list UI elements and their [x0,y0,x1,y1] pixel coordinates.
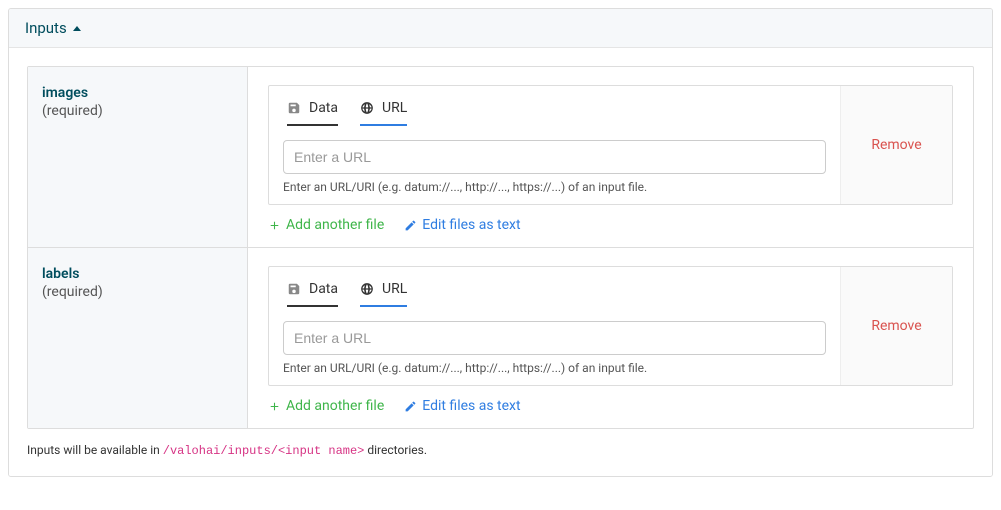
input-name: labels [42,266,233,282]
add-another-file-button[interactable]: Add another file [268,217,384,233]
add-file-label: Add another file [286,217,384,233]
edit-file-label: Edit files as text [422,217,520,233]
plus-icon [268,400,281,413]
file-actions: Add another file Edit files as text [268,217,953,233]
label-cell: labels (required) [28,248,248,428]
footer-code: /valohai/inputs/<input name> [163,444,365,458]
remove-label: Remove [871,318,921,334]
tab-url[interactable]: URL [360,100,407,126]
remove-button[interactable]: Remove [840,267,952,385]
footer-prefix: Inputs will be available in [27,443,163,457]
file-card: Data URL Enter an URL/URI (e [268,266,953,386]
edit-file-label: Edit files as text [422,398,520,414]
file-tabs: Data URL [283,100,826,126]
tab-data-label: Data [309,100,338,116]
inputs-panel: Inputs images (required) [8,8,993,477]
edit-as-text-button[interactable]: Edit files as text [404,398,520,414]
file-tabs: Data URL [283,281,826,307]
caret-up-icon [73,26,81,31]
panel-body: images (required) Data [9,48,992,476]
plus-icon [268,219,281,232]
url-help-text: Enter an URL/URI (e.g. datum://..., http… [283,180,826,194]
add-file-label: Add another file [286,398,384,414]
remove-label: Remove [871,137,921,153]
tab-data[interactable]: Data [287,281,338,307]
input-row-images: images (required) Data [28,67,973,248]
input-required: (required) [42,284,233,300]
save-icon [287,282,301,296]
tab-url-label: URL [382,100,407,116]
url-input[interactable] [283,321,826,355]
globe-icon [360,282,374,296]
content-cell: Data URL Enter an URL/URI (e [248,248,973,428]
save-icon [287,101,301,115]
footer-suffix: directories. [364,443,427,457]
footer-note: Inputs will be available in /valohai/inp… [27,443,974,458]
input-name: images [42,85,233,101]
remove-button[interactable]: Remove [840,86,952,204]
url-input[interactable] [283,140,826,174]
tab-url-label: URL [382,281,407,297]
edit-icon [404,219,417,232]
tab-url[interactable]: URL [360,281,407,307]
edit-as-text-button[interactable]: Edit files as text [404,217,520,233]
tab-data-label: Data [309,281,338,297]
panel-title: Inputs [25,19,67,37]
inputs-table: images (required) Data [27,66,974,429]
url-help-text: Enter an URL/URI (e.g. datum://..., http… [283,361,826,375]
content-cell: Data URL Enter an URL/URI (e [248,67,973,247]
input-row-labels: labels (required) Data [28,248,973,428]
file-actions: Add another file Edit files as text [268,398,953,414]
edit-icon [404,400,417,413]
tab-data[interactable]: Data [287,100,338,126]
file-card: Data URL Enter an URL/URI (e [268,85,953,205]
file-main: Data URL Enter an URL/URI (e [269,267,840,385]
label-cell: images (required) [28,67,248,247]
input-required: (required) [42,103,233,119]
add-another-file-button[interactable]: Add another file [268,398,384,414]
file-main: Data URL Enter an URL/URI (e [269,86,840,204]
globe-icon [360,101,374,115]
panel-header[interactable]: Inputs [9,9,992,48]
